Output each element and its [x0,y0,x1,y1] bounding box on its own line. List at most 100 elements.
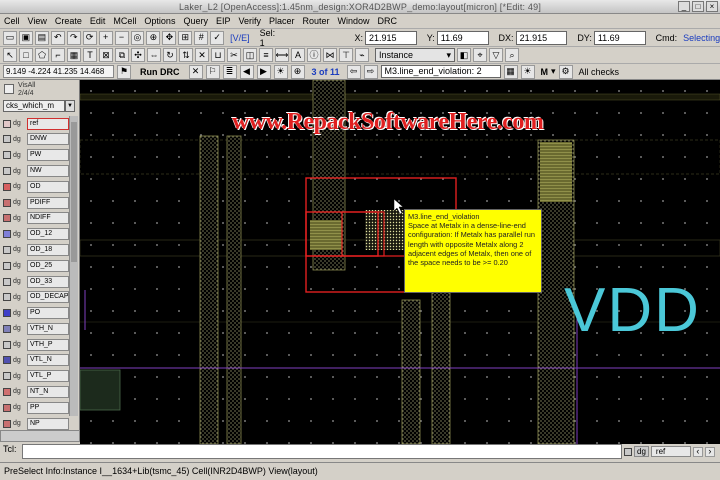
layer-row[interactable]: dg PW [3,148,69,163]
open-icon[interactable]: ▭ [3,30,17,45]
layer-scrollbar[interactable] [69,116,78,416]
layer-row[interactable]: dg NW [3,163,69,178]
layer-name[interactable]: OD_12 [27,228,69,241]
instance-dropdown[interactable]: Instance ▾ [375,48,455,62]
layer-row[interactable]: dg OD_25 [3,258,69,273]
layer-color-swatch[interactable] [3,293,11,302]
maximize-button[interactable]: □ [692,1,704,12]
layer-name[interactable]: NDIFF [27,212,69,225]
layer-name[interactable]: PDIFF [27,196,69,209]
scrollbar-thumb[interactable] [71,122,77,262]
move-icon[interactable]: ✣ [131,48,145,62]
layer-row[interactable]: dg PDIFF [3,195,69,210]
checks-selector[interactable]: All checks [579,67,620,77]
layer-color-swatch[interactable] [3,119,11,128]
text-icon[interactable]: T [83,48,97,62]
layer-name[interactable]: OD_DECAP [27,291,69,304]
menu-options[interactable]: Options [144,16,175,26]
layer-color-swatch[interactable] [3,214,11,223]
layer-color-swatch[interactable] [3,135,11,144]
drc-zoom-icon[interactable]: ⊕ [290,64,305,79]
via-icon[interactable]: ⊠ [99,48,113,62]
minimize-button[interactable]: _ [678,1,690,12]
visall-checkbox[interactable] [4,84,14,94]
menu-verify[interactable]: Verify [238,16,261,26]
layer-row[interactable]: dg NT_N [3,384,69,399]
layer-name[interactable]: NT_N [27,385,69,398]
pointer-icon[interactable]: ↖ [3,48,17,62]
layer-name[interactable]: NW [27,165,69,178]
zoom-area-icon[interactable]: ⊕ [146,30,161,45]
ruler-icon[interactable]: ⊞ [178,30,193,45]
instance-icon[interactable]: ▦ [67,48,81,62]
layer-color-swatch[interactable] [3,230,11,239]
layer-name[interactable]: OD [27,180,69,193]
violation-prev-icon[interactable]: ⇦ [346,64,361,79]
layer-row[interactable]: dg NP [3,416,69,431]
layer-color-swatch[interactable] [3,372,11,381]
layer-row[interactable]: dg NDIFF [3,211,69,226]
menu-view[interactable]: View [28,16,47,26]
layer-row[interactable]: dg OD_33 [3,274,69,289]
layer-row[interactable]: dg VTL_N [3,353,69,368]
layer-name[interactable]: PW [27,149,69,162]
checks-icon[interactable]: ⚙ [558,64,573,79]
layer-name[interactable]: NP [27,417,69,430]
drc-flag-icon[interactable]: ⚐ [205,64,220,79]
panel-horizontal-scrollbar[interactable] [0,430,80,442]
menu-eip[interactable]: EIP [216,16,231,26]
layer-name[interactable]: OD_33 [27,275,69,288]
layer-name[interactable]: PP [27,401,69,414]
drc-previous-icon[interactable]: ◀ [239,64,254,79]
measure-icon[interactable]: ⟷ [275,48,289,62]
layer-color-swatch[interactable] [3,277,11,286]
search-icon[interactable]: ⌕ [505,48,519,62]
layer-name[interactable]: VTH_N [27,322,69,335]
snap-icon[interactable]: ⌖ [473,48,487,62]
layer-color-swatch[interactable] [3,167,11,176]
layer-name[interactable]: VTL_P [27,370,69,383]
run-drc-icon[interactable]: ⚑ [117,64,131,79]
layer-row[interactable]: dg OD [3,179,69,194]
layer-row[interactable]: dg OD_12 [3,226,69,241]
y-coordinate-field[interactable]: 11.69 [436,30,489,45]
menu-create[interactable]: Create [55,16,82,26]
menu-placer[interactable]: Placer [269,16,295,26]
align-icon[interactable]: ≡ [259,48,273,62]
layer-color-swatch[interactable] [3,356,11,365]
close-button[interactable]: × [706,1,718,12]
path-icon[interactable]: ⌐ [51,48,65,62]
layer-name[interactable]: VTH_P [27,338,69,351]
grid-icon[interactable]: # [194,30,209,45]
menu-window[interactable]: Window [338,16,370,26]
layer-pick-icon[interactable]: ◧ [457,48,471,62]
layer-name[interactable]: ref [27,117,69,130]
layer-color-swatch[interactable] [3,198,11,207]
delete-icon[interactable]: ✕ [195,48,209,62]
layer-color-swatch[interactable] [3,324,11,333]
rotate-icon[interactable]: ↻ [163,48,177,62]
chevron-down-icon[interactable]: ▼ [65,100,75,112]
layer-row[interactable]: dg PO [3,305,69,320]
layer-prev-icon[interactable]: ‹ [692,446,703,457]
layer-name[interactable]: DNW [27,133,69,146]
chevron-down-icon[interactable]: ▾ [551,66,556,77]
label-icon[interactable]: A [291,48,305,62]
layer-name[interactable]: OD_25 [27,259,69,272]
menu-mcell[interactable]: MCell [113,16,136,26]
drc-highlight-icon[interactable]: ☀ [273,64,288,79]
layer-selector[interactable]: M [541,67,549,77]
pan-icon[interactable]: ✥ [162,30,177,45]
layer-color-swatch[interactable] [3,261,11,270]
violation-selector[interactable]: M3.line_end_violation: 2 [380,65,501,78]
current-layer-name[interactable]: ref [650,446,691,457]
rectangle-icon[interactable]: □ [19,48,33,62]
net-icon[interactable]: ⋈ [323,48,337,62]
drc-list-icon[interactable]: ≣ [222,64,237,79]
cut-icon[interactable]: ✂ [227,48,241,62]
menu-drc[interactable]: DRC [378,16,398,26]
layer-color-swatch[interactable] [3,387,11,396]
layer-row[interactable]: dg VTH_P [3,337,69,352]
zoom-out-icon[interactable]: − [114,30,129,45]
layer-row[interactable]: dg OD_DECAP [3,290,69,305]
